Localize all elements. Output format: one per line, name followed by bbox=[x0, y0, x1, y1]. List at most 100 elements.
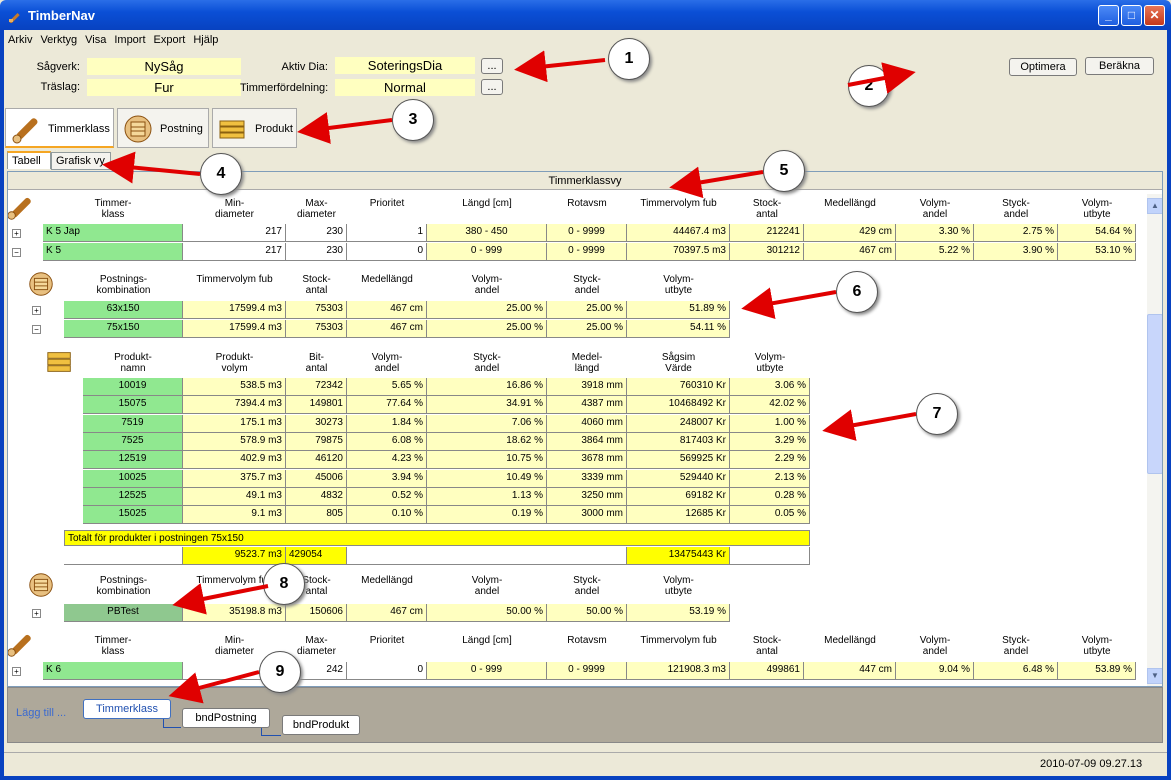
expand-row-icon[interactable]: + bbox=[12, 667, 21, 676]
produkt-row-cell[interactable]: 1.00 % bbox=[730, 414, 810, 433]
berakna-button[interactable]: Beräkna bbox=[1085, 57, 1154, 75]
produkt-row-cell[interactable]: 4.23 % bbox=[347, 451, 427, 470]
menu-export[interactable]: Export bbox=[150, 32, 190, 48]
produkt-row-cell[interactable]: 79875 bbox=[286, 432, 347, 451]
timmerklass-row-cell[interactable]: K 5 bbox=[43, 243, 183, 261]
postning-row-cell[interactable]: 51.89 % bbox=[627, 301, 730, 319]
produkt-row-cell[interactable]: 3864 mm bbox=[547, 432, 627, 451]
expand-row-icon[interactable]: + bbox=[32, 306, 41, 315]
collapse-row-icon[interactable]: − bbox=[32, 325, 41, 334]
produkt-row-cell[interactable]: 0.05 % bbox=[730, 506, 810, 525]
aktiv-dia-field[interactable]: SoteringsDia bbox=[335, 57, 475, 74]
timmerklass-row-cell[interactable]: 301212 bbox=[730, 243, 804, 261]
produkt-row-cell[interactable]: 0.10 % bbox=[347, 506, 427, 525]
timmerfordelning-field[interactable]: Normal bbox=[335, 79, 475, 96]
produkt-row-cell[interactable]: 175.1 m3 bbox=[183, 414, 286, 433]
produkt-row-cell[interactable]: 10025 bbox=[83, 469, 183, 488]
timmerklass-row-cell[interactable]: K 5 Jap bbox=[43, 224, 183, 242]
postning-row-cell[interactable]: 17599.4 m3 bbox=[183, 301, 286, 319]
collapse-row-icon[interactable]: − bbox=[12, 248, 21, 257]
produkt-row-cell[interactable]: 375.7 m3 bbox=[183, 469, 286, 488]
scroll-thumb[interactable] bbox=[1147, 314, 1162, 474]
produkt-row-cell[interactable]: 12685 Kr bbox=[627, 506, 730, 525]
produkt-row-cell[interactable]: 49.1 m3 bbox=[183, 487, 286, 506]
timmerklass-row-cell[interactable]: 5.22 % bbox=[896, 243, 974, 261]
postning-row-cell[interactable]: 467 cm bbox=[347, 301, 427, 319]
produkt-row-cell[interactable]: 15025 bbox=[83, 506, 183, 525]
produkt-row-cell[interactable]: 578.9 m3 bbox=[183, 432, 286, 451]
produkt-row-cell[interactable]: 15075 bbox=[83, 396, 183, 415]
produkt-row-cell[interactable]: 569925 Kr bbox=[627, 451, 730, 470]
postning-view-button[interactable]: Postning bbox=[117, 108, 209, 148]
postning-row-cell[interactable]: 150606 bbox=[286, 604, 347, 622]
timmerklass-row-cell[interactable]: 121908.3 m3 bbox=[627, 662, 730, 680]
timmerklass-row-cell[interactable]: 230 bbox=[286, 243, 347, 261]
produkt-row-cell[interactable]: 402.9 m3 bbox=[183, 451, 286, 470]
produkt-row-cell[interactable]: 46120 bbox=[286, 451, 347, 470]
sagverk-field[interactable]: NySåg bbox=[87, 58, 241, 75]
timmerfordelning-browse-button[interactable]: ... bbox=[481, 79, 503, 95]
produkt-row-cell[interactable]: 3678 mm bbox=[547, 451, 627, 470]
produkt-row-cell[interactable]: 805 bbox=[286, 506, 347, 525]
produkt-row-cell[interactable]: 10019 bbox=[83, 378, 183, 396]
produkt-row-cell[interactable]: 4832 bbox=[286, 487, 347, 506]
produkt-row-cell[interactable]: 7.06 % bbox=[427, 414, 547, 433]
postning-row-cell[interactable]: 467 cm bbox=[347, 320, 427, 338]
timmerklass-row-cell[interactable]: 6.48 % bbox=[974, 662, 1058, 680]
produkt-row-cell[interactable]: 7519 bbox=[83, 414, 183, 433]
produkt-row-cell[interactable]: 3.29 % bbox=[730, 432, 810, 451]
produkt-row-cell[interactable]: 3918 mm bbox=[547, 378, 627, 396]
produkt-row-cell[interactable]: 45006 bbox=[286, 469, 347, 488]
produkt-row-cell[interactable]: 12519 bbox=[83, 451, 183, 470]
produkt-row-cell[interactable]: 817403 Kr bbox=[627, 432, 730, 451]
aktiv-dia-browse-button[interactable]: ... bbox=[481, 58, 503, 74]
postning-row-cell[interactable]: PBTest bbox=[64, 604, 183, 622]
timmerklass-row-cell[interactable]: 9.04 % bbox=[896, 662, 974, 680]
menu-arkiv[interactable]: Arkiv bbox=[4, 32, 36, 48]
traslag-field[interactable]: Fur bbox=[87, 79, 241, 96]
produkt-row-cell[interactable]: 248007 Kr bbox=[627, 414, 730, 433]
postning-row-cell[interactable]: 50.00 % bbox=[427, 604, 547, 622]
produkt-row-cell[interactable]: 7394.4 m3 bbox=[183, 396, 286, 415]
produkt-row-cell[interactable]: 2.13 % bbox=[730, 469, 810, 488]
timmerklass-row-cell[interactable]: 467 cm bbox=[804, 243, 896, 261]
minimize-button[interactable]: _ bbox=[1098, 5, 1119, 26]
timmerklass-row-cell[interactable]: 230 bbox=[286, 224, 347, 242]
timmerklass-row-cell[interactable]: 53.10 % bbox=[1058, 243, 1136, 261]
timmerklass-row-cell[interactable]: 217 bbox=[183, 243, 286, 261]
produkt-row-cell[interactable]: 6.08 % bbox=[347, 432, 427, 451]
produkt-row-cell[interactable]: 538.5 m3 bbox=[183, 378, 286, 396]
postning-row-cell[interactable]: 17599.4 m3 bbox=[183, 320, 286, 338]
produkt-row-cell[interactable]: 149801 bbox=[286, 396, 347, 415]
produkt-row-cell[interactable]: 3250 mm bbox=[547, 487, 627, 506]
postning-row-cell[interactable]: 25.00 % bbox=[427, 320, 547, 338]
postning-row-cell[interactable]: 63x150 bbox=[64, 301, 183, 319]
maximize-button[interactable]: □ bbox=[1121, 5, 1142, 26]
timmerklass-row-cell[interactable]: 53.89 % bbox=[1058, 662, 1136, 680]
produkt-row-cell[interactable]: 1.84 % bbox=[347, 414, 427, 433]
close-button[interactable]: ✕ bbox=[1144, 5, 1165, 26]
menu-import[interactable]: Import bbox=[110, 32, 149, 48]
timmerklass-row-cell[interactable]: 499861 bbox=[730, 662, 804, 680]
produkt-row-cell[interactable]: 12525 bbox=[83, 487, 183, 506]
produkt-row-cell[interactable]: 9.1 m3 bbox=[183, 506, 286, 525]
menu-hjalp[interactable]: Hjälp bbox=[189, 32, 222, 48]
timmerklass-row-cell[interactable]: 3.90 % bbox=[974, 243, 1058, 261]
postning-row-cell[interactable]: 50.00 % bbox=[547, 604, 627, 622]
timmerklass-row-cell[interactable]: 44467.4 m3 bbox=[627, 224, 730, 242]
produkt-row-cell[interactable]: 7525 bbox=[83, 432, 183, 451]
produkt-row-cell[interactable]: 10468492 Kr bbox=[627, 396, 730, 415]
scroll-down-icon[interactable]: ▼ bbox=[1147, 668, 1162, 684]
postning-row-cell[interactable]: 75x150 bbox=[64, 320, 183, 338]
timmerklass-row-cell[interactable]: 0 bbox=[347, 662, 427, 680]
timmerklass-row-cell[interactable]: 0 bbox=[347, 243, 427, 261]
timmerklass-row-cell[interactable]: 429 cm bbox=[804, 224, 896, 242]
produkt-view-button[interactable]: Produkt bbox=[212, 108, 297, 148]
postning-row-cell[interactable]: 75303 bbox=[286, 320, 347, 338]
optimera-button[interactable]: Optimera bbox=[1009, 58, 1077, 76]
produkt-row-cell[interactable]: 3.94 % bbox=[347, 469, 427, 488]
produkt-row-cell[interactable]: 0.52 % bbox=[347, 487, 427, 506]
timmerklass-row-cell[interactable]: 447 cm bbox=[804, 662, 896, 680]
postning-row-cell[interactable]: 467 cm bbox=[347, 604, 427, 622]
timmerklass-row-cell[interactable]: 3.30 % bbox=[896, 224, 974, 242]
